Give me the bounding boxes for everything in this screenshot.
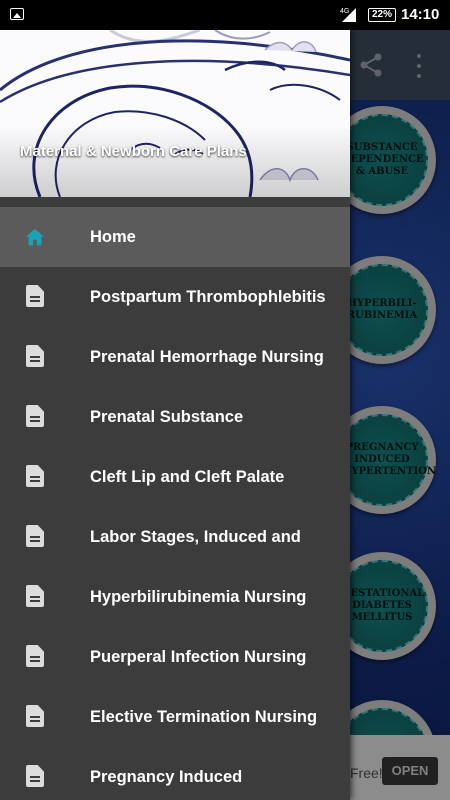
menu-item-label: Cleft Lip and Cleft Palate: [90, 468, 285, 486]
document-icon: [24, 345, 46, 369]
menu-item-puerperal-infection[interactable]: Puerperal Infection Nursing: [0, 627, 350, 687]
drawer-header: Maternal & Newborn Care Plans: [0, 30, 350, 197]
menu-item-label: Postpartum Thrombophlebitis: [90, 288, 326, 306]
document-icon: [24, 405, 46, 429]
menu-item-label: Puerperal Infection Nursing: [90, 648, 307, 666]
navigation-drawer: Maternal & Newborn Care Plans Home Postp…: [0, 30, 350, 800]
status-bar: 4G 22% 14:10: [0, 0, 450, 30]
menu-item-postpartum-thrombophlebitis[interactable]: Postpartum Thrombophlebitis: [0, 267, 350, 327]
drawer-menu: Home Postpartum Thrombophlebitis Prenata…: [0, 207, 350, 800]
menu-item-label: Prenatal Substance: [90, 408, 244, 426]
document-icon: [24, 705, 46, 729]
drawer-title: Maternal & Newborn Care Plans: [20, 143, 247, 160]
menu-item-label: Pregnancy Induced: [90, 768, 243, 786]
drawer-scrim[interactable]: [350, 30, 450, 800]
menu-item-hyperbilirubinemia[interactable]: Hyperbilirubinemia Nursing: [0, 567, 350, 627]
menu-item-elective-termination[interactable]: Elective Termination Nursing: [0, 687, 350, 747]
document-icon: [24, 525, 46, 549]
menu-item-prenatal-substance[interactable]: Prenatal Substance: [0, 387, 350, 447]
menu-item-prenatal-hemorrhage[interactable]: Prenatal Hemorrhage Nursing: [0, 327, 350, 387]
home-icon: [25, 228, 45, 246]
menu-item-labor-stages[interactable]: Labor Stages, Induced and: [0, 507, 350, 567]
menu-item-pregnancy-induced[interactable]: Pregnancy Induced: [0, 747, 350, 800]
svg-text:4G: 4G: [340, 8, 349, 15]
menu-item-label: Prenatal Hemorrhage Nursing: [90, 348, 324, 366]
document-icon: [24, 465, 46, 489]
menu-item-home[interactable]: Home: [0, 207, 350, 267]
document-icon: [24, 645, 46, 669]
battery-indicator: 22%: [368, 8, 396, 22]
document-icon: [24, 765, 46, 789]
image-notification-icon: [10, 8, 24, 20]
document-icon: [24, 285, 46, 309]
menu-item-label: Home: [90, 228, 136, 246]
document-icon: [24, 585, 46, 609]
menu-item-label: Hyperbilirubinemia Nursing: [90, 588, 307, 606]
signal-icon: 4G: [340, 8, 356, 22]
menu-item-label: Elective Termination Nursing: [90, 708, 318, 726]
menu-item-label: Labor Stages, Induced and: [90, 528, 301, 546]
clock: 14:10: [401, 6, 440, 23]
header-shade: [0, 125, 350, 197]
menu-item-cleft-lip[interactable]: Cleft Lip and Cleft Palate: [0, 447, 350, 507]
